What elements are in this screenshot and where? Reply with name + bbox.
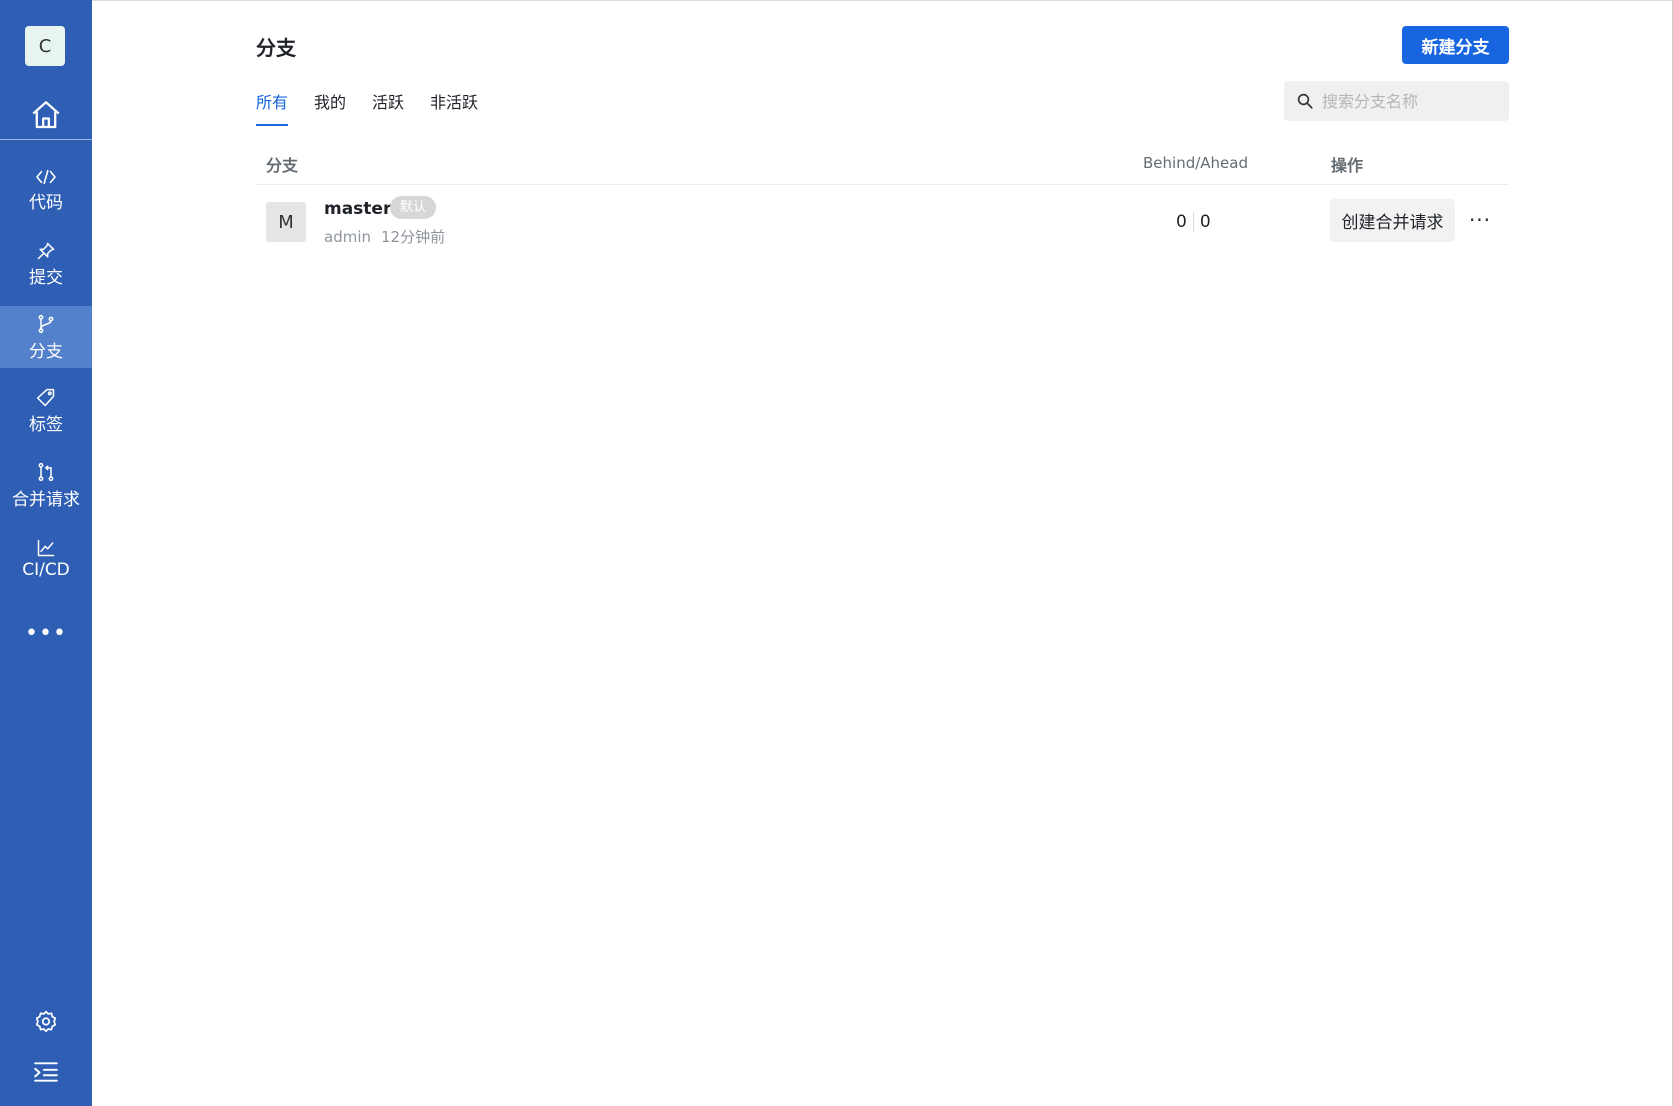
sidebar-item-label: 合并请求 — [12, 489, 80, 510]
window-top-border — [92, 0, 1673, 1]
indent-menu-icon — [34, 1062, 58, 1082]
chart-line-icon — [37, 539, 55, 557]
column-header-operations: 操作 — [1331, 156, 1364, 175]
sidebar-item-tags[interactable]: 标签 — [0, 380, 92, 442]
sidebar: C 代码 提交 分支 标签 合并请求 CI/CD ••• — [0, 0, 92, 1106]
default-badge: 默认 — [390, 196, 437, 219]
branch-avatar: M — [266, 202, 306, 242]
home-icon — [32, 101, 60, 129]
tab-active[interactable]: 活跃 — [372, 88, 404, 126]
new-branch-button[interactable]: 新建分支 — [1402, 26, 1509, 64]
branch-icon — [38, 314, 54, 333]
more-actions-button[interactable]: ··· — [1464, 204, 1496, 236]
settings-button[interactable] — [0, 1002, 92, 1042]
sidebar-item-cicd[interactable]: CI/CD — [0, 528, 92, 590]
sidebar-item-label: CI/CD — [22, 560, 70, 580]
pin-icon — [37, 242, 55, 259]
behind-ahead-divider — [1192, 212, 1194, 232]
create-merge-request-button[interactable]: 创建合并请求 — [1330, 199, 1455, 242]
repo-avatar[interactable]: C — [25, 26, 65, 66]
branch-meta: admin 12分钟前 — [324, 226, 445, 247]
sidebar-divider — [0, 139, 92, 140]
gear-icon — [35, 1010, 57, 1033]
search-input[interactable] — [1320, 90, 1504, 112]
sidebar-item-merge-requests[interactable]: 合并请求 — [0, 454, 92, 516]
home-button[interactable] — [0, 92, 92, 138]
ahead-count: 0 — [1199, 212, 1211, 232]
tab-inactive[interactable]: 非活跃 — [430, 88, 478, 126]
collapse-sidebar-button[interactable] — [0, 1052, 92, 1092]
behind-count: 0 — [1176, 212, 1187, 232]
page-title: 分支 — [256, 36, 296, 60]
sidebar-item-label: 提交 — [29, 267, 63, 288]
sidebar-item-code[interactable]: 代码 — [0, 159, 92, 221]
table-header-divider — [256, 184, 1509, 185]
sidebar-item-label: 标签 — [29, 414, 63, 435]
branch-author: admin — [324, 228, 371, 246]
branch-filter-tabs: 所有 我的 活跃 非活跃 — [256, 88, 504, 126]
sidebar-item-label: 分支 — [29, 341, 63, 362]
branch-updated-time: 12分钟前 — [381, 228, 446, 246]
merge-request-icon — [38, 462, 54, 481]
behind-ahead-counts: 0 0 — [1176, 212, 1211, 232]
sidebar-item-commits[interactable]: 提交 — [0, 233, 92, 295]
search-icon — [1297, 93, 1313, 109]
tab-all[interactable]: 所有 — [256, 88, 289, 126]
search-box — [1284, 81, 1509, 121]
tag-icon — [36, 388, 55, 406]
sidebar-item-label: 代码 — [29, 192, 63, 213]
code-icon — [36, 169, 56, 184]
column-header-branch: 分支 — [266, 156, 299, 175]
sidebar-item-branches[interactable]: 分支 — [0, 306, 92, 368]
branch-name-link[interactable]: master — [324, 199, 391, 219]
column-header-behind-ahead: Behind/Ahead — [1143, 154, 1248, 172]
sidebar-more-button[interactable]: ••• — [0, 618, 92, 648]
tab-mine[interactable]: 我的 — [314, 88, 346, 126]
